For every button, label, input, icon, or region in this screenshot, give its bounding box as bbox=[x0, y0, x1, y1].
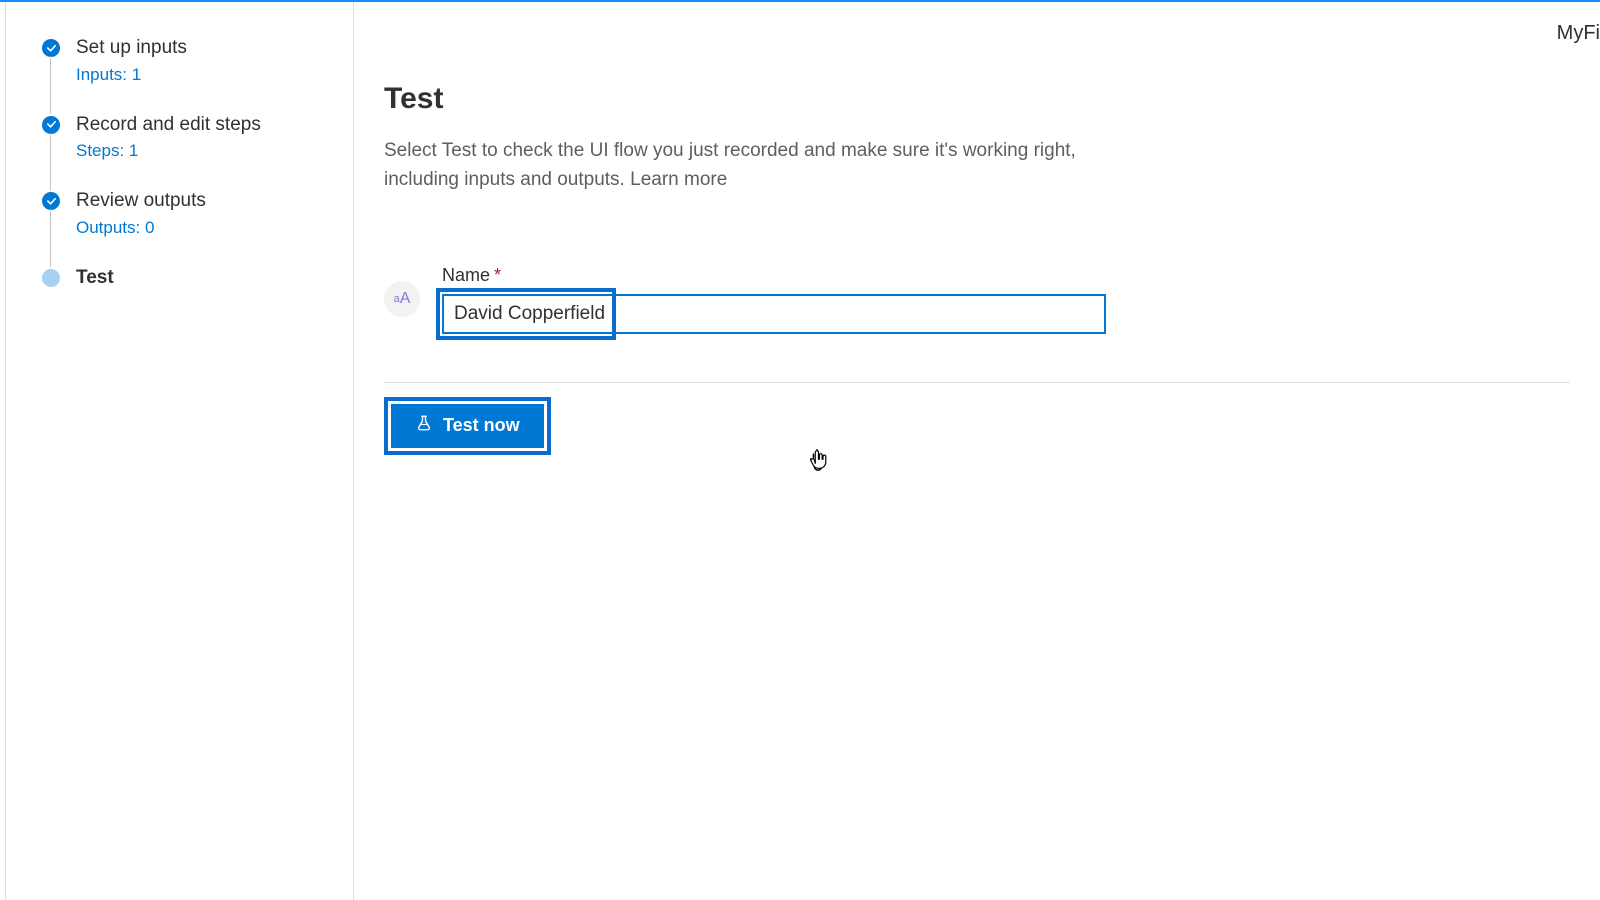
text-type-icon: aA bbox=[384, 281, 420, 317]
tutorial-highlight-box: Test now bbox=[384, 397, 551, 455]
name-input[interactable] bbox=[454, 296, 1094, 332]
wizard-step-review-outputs[interactable]: Review outputs Outputs: 0 bbox=[6, 189, 353, 238]
flask-icon bbox=[415, 414, 433, 437]
flow-name-truncated: MyFi bbox=[1557, 22, 1600, 45]
step-connector bbox=[50, 56, 51, 114]
label-text: Name bbox=[442, 265, 490, 285]
current-step-dot-icon bbox=[42, 269, 60, 287]
main-content: MyFi Test Select Test to check the UI fl… bbox=[354, 2, 1600, 900]
wizard-steps-sidebar: Set up inputs Inputs: 1 Record and edit … bbox=[6, 2, 354, 900]
step-title: Review outputs bbox=[76, 189, 206, 214]
check-circle-icon bbox=[42, 116, 60, 134]
page-title: Test bbox=[384, 82, 1570, 116]
check-circle-icon bbox=[42, 39, 60, 57]
button-label: Test now bbox=[443, 415, 520, 436]
check-circle-icon bbox=[42, 192, 60, 210]
step-title: Test bbox=[76, 266, 114, 291]
name-input-wrap bbox=[442, 294, 1106, 334]
learn-more-link[interactable]: Learn more bbox=[630, 169, 727, 190]
test-now-button[interactable]: Test now bbox=[391, 404, 544, 448]
required-asterisk: * bbox=[494, 265, 501, 285]
name-field-label: Name* bbox=[442, 265, 1142, 286]
action-row: Test now bbox=[384, 397, 1570, 455]
wizard-step-setup-inputs[interactable]: Set up inputs Inputs: 1 bbox=[6, 36, 353, 85]
input-form-block: aA Name* bbox=[384, 265, 1570, 334]
step-connector bbox=[50, 209, 51, 267]
step-subtitle: Outputs: 0 bbox=[76, 218, 206, 238]
step-title: Set up inputs bbox=[76, 36, 187, 61]
wizard-step-record-edit[interactable]: Record and edit steps Steps: 1 bbox=[6, 113, 353, 162]
step-subtitle: Steps: 1 bbox=[76, 141, 261, 161]
wizard-step-test[interactable]: Test bbox=[6, 266, 353, 291]
step-title: Record and edit steps bbox=[76, 113, 261, 138]
page-description: Select Test to check the UI flow you jus… bbox=[384, 136, 1144, 195]
description-text: Select Test to check the UI flow you jus… bbox=[384, 140, 1076, 190]
section-divider bbox=[384, 382, 1570, 383]
step-subtitle: Inputs: 1 bbox=[76, 65, 187, 85]
step-connector bbox=[50, 133, 51, 191]
